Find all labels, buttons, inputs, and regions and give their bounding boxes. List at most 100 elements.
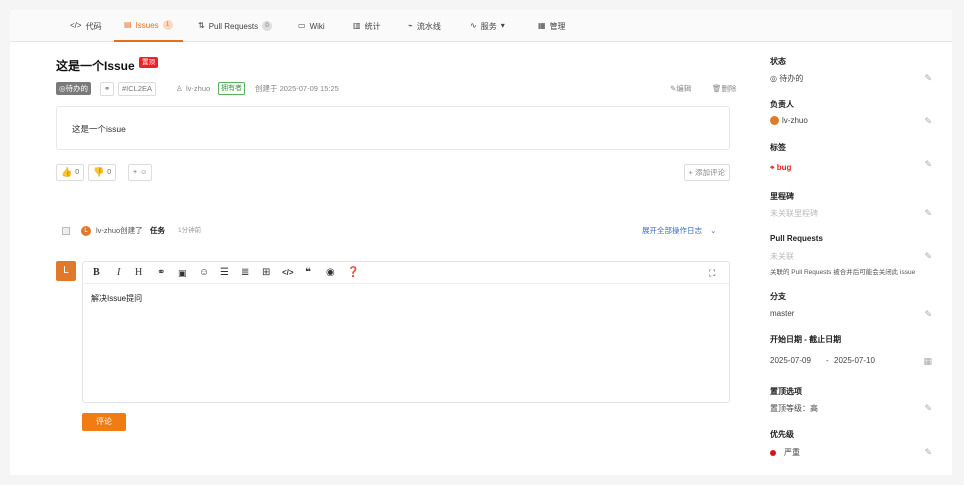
code-icon: </>: [70, 21, 82, 30]
link-icon: ⚭: [104, 84, 111, 93]
delete-button[interactable]: 🗑删除: [712, 82, 737, 96]
issues-count-badge: 1: [162, 20, 173, 30]
pull-request-icon: ⇅: [198, 21, 205, 30]
edit-state-icon[interactable]: ✎: [924, 73, 932, 84]
stats-icon: ▥: [353, 21, 361, 30]
copy-link-button[interactable]: ⚭: [100, 82, 115, 96]
emoji-icon[interactable]: ☺: [199, 267, 209, 279]
labels-section: 标签 ⌖ bug ✎: [770, 143, 932, 172]
expand-log-link[interactable]: 展开全部操作日志 ⌄: [642, 224, 716, 238]
timeline-actor: lv-zhuo创建了: [96, 226, 143, 235]
submit-comment-button[interactable]: 评论: [82, 413, 126, 431]
edit-labels-icon[interactable]: ✎: [924, 159, 932, 170]
service-icon: ∿: [470, 21, 477, 30]
issue-title: 这是一个Issue: [56, 59, 135, 73]
edit-milestone-icon[interactable]: ✎: [924, 208, 932, 219]
tab-wiki[interactable]: ▭ Wiki: [298, 10, 325, 42]
pin-value: 置顶等级：高: [770, 404, 818, 413]
edit-assignee-icon[interactable]: ✎: [924, 116, 932, 127]
editor-textarea[interactable]: 解决Issue提问: [91, 293, 142, 304]
tab-code[interactable]: </> 代码: [70, 10, 102, 42]
comment-editor: B I H ⚭ ▣ ☺ ☰ ≣ ⊞ </> ❝ ◉ ❓ ⛶ 解决Issue提问: [82, 261, 730, 403]
due-date-value[interactable]: 2025-07-10: [834, 356, 875, 365]
assignee-section: 负责人 lv-zhuo ✎: [770, 100, 932, 126]
edit-branch-icon[interactable]: ✎: [924, 309, 932, 320]
wiki-icon: ▭: [298, 21, 306, 30]
tab-stats[interactable]: ▥ 统计: [353, 10, 381, 42]
add-reaction-button[interactable]: + ☺: [128, 164, 153, 181]
pr-count-badge: 0: [262, 21, 273, 31]
caret-down-icon: ▾: [500, 21, 505, 30]
priority-dot: [770, 449, 776, 456]
ordered-list-icon[interactable]: ≣: [241, 267, 249, 279]
start-date-value[interactable]: 2025-07-09: [770, 356, 811, 365]
edit-pin-icon[interactable]: ✎: [924, 403, 932, 414]
italic-icon[interactable]: I: [117, 267, 120, 279]
comment-avatar: L: [56, 261, 76, 281]
edit-priority-icon[interactable]: ✎: [924, 447, 932, 458]
branch-value: master: [770, 309, 795, 318]
code-icon[interactable]: </>: [282, 267, 294, 279]
tab-pipeline[interactable]: ⌁ 流水线: [408, 10, 441, 42]
table-icon[interactable]: ⊞: [262, 267, 270, 279]
collapse-icon[interactable]: [62, 227, 70, 235]
manage-icon: ▦: [538, 21, 546, 30]
pin-section: 置顶选项 置顶等级：高 ✎: [770, 387, 932, 413]
repo-tabs: </> 代码 ▤ Issues 1 ⇅ Pull Requests 0 ▭ Wi…: [10, 10, 952, 42]
issues-icon: ▤: [124, 20, 132, 29]
issue-body-text: 这是一个issue: [72, 124, 126, 134]
thumbs-up-reaction[interactable]: 👍 0: [56, 164, 85, 181]
smiley-icon: ☺: [140, 169, 148, 176]
help-icon[interactable]: ❓: [347, 267, 359, 279]
label-bug[interactable]: ⌖ bug: [770, 163, 791, 173]
author-name[interactable]: lv-zhuo: [186, 82, 210, 96]
editor-toolbar: B I H ⚭ ▣ ☺ ☰ ≣ ⊞ </> ❝ ◉ ❓ ⛶: [83, 262, 729, 284]
calendar-icon[interactable]: ▦: [923, 356, 932, 367]
pull-requests-value: 未关联: [770, 252, 794, 261]
thumbs-up-icon: 👍: [61, 167, 73, 177]
tab-issues[interactable]: ▤ Issues 1: [114, 10, 183, 42]
timeline-time: 1分钟前: [178, 227, 202, 234]
issue-page: </> 代码 ▤ Issues 1 ⇅ Pull Requests 0 ▭ Wi…: [10, 10, 952, 475]
bold-icon[interactable]: B: [93, 267, 100, 279]
timeline-object[interactable]: 任务: [150, 224, 165, 238]
tab-pull-requests[interactable]: ⇅ Pull Requests 0: [198, 10, 273, 42]
tag-icon: ⌖: [770, 163, 775, 172]
pipeline-icon: ⌁: [408, 21, 413, 30]
pin-badge: 置顶: [139, 57, 158, 68]
quote-icon[interactable]: ❝: [305, 267, 311, 279]
fullscreen-icon[interactable]: ⛶: [709, 267, 715, 279]
chevron-down-icon: ⌄: [710, 226, 717, 235]
tab-service[interactable]: ∿ 服务 ▾: [470, 10, 505, 42]
state-pill: ◎待办的: [56, 82, 92, 95]
preview-eye-icon[interactable]: ◉: [326, 267, 335, 279]
priority-value[interactable]: 严重: [770, 447, 800, 458]
link-icon[interactable]: ⚭: [157, 267, 165, 279]
state-value[interactable]: ◎ 待办的: [770, 73, 803, 84]
heading-icon[interactable]: H: [135, 267, 142, 279]
add-comment-button[interactable]: + 添加评论: [683, 164, 730, 181]
tab-manage[interactable]: ▦ 管理: [538, 10, 566, 42]
pull-requests-section: Pull Requests 未关联 关联的 Pull Requests 被合并后…: [770, 234, 932, 276]
avatar: L: [81, 226, 91, 236]
issue-body: 这是一个issue: [56, 106, 730, 150]
timeline-event: L lv-zhuo创建了 任务 1分钟前 展开全部操作日志 ⌄: [62, 224, 730, 238]
trash-icon: 🗑: [712, 84, 722, 93]
thumbs-down-reaction[interactable]: 👎 0: [88, 164, 117, 181]
thumbs-down-icon: 👎: [93, 167, 105, 177]
branch-section: 分支 master ✎: [770, 292, 932, 319]
milestone-section: 里程碑 未关联里程碑 ✎: [770, 192, 932, 218]
image-icon[interactable]: ▣: [178, 267, 187, 279]
created-time: 创建于 2025-07-09 15:25: [255, 84, 339, 93]
edit-button[interactable]: ✎编辑: [670, 82, 691, 96]
bullet-list-icon[interactable]: ☰: [220, 267, 229, 279]
assignee-value[interactable]: lv-zhuo: [770, 116, 808, 126]
date-separator: -: [826, 356, 829, 365]
edit-pull-requests-icon[interactable]: ✎: [924, 251, 932, 262]
state-circle-icon: ◎: [770, 74, 777, 83]
issue-meta: ◎待办的 ⚭ #ICL2EA ♙ lv-zhuo 拥有者 创建于 2025-07…: [56, 82, 737, 96]
author-user-icon: ♙: [176, 84, 183, 93]
issue-id-chip[interactable]: #ICL2EA: [118, 82, 157, 96]
avatar: [770, 116, 779, 126]
author-role-badge: 拥有者: [218, 82, 245, 95]
